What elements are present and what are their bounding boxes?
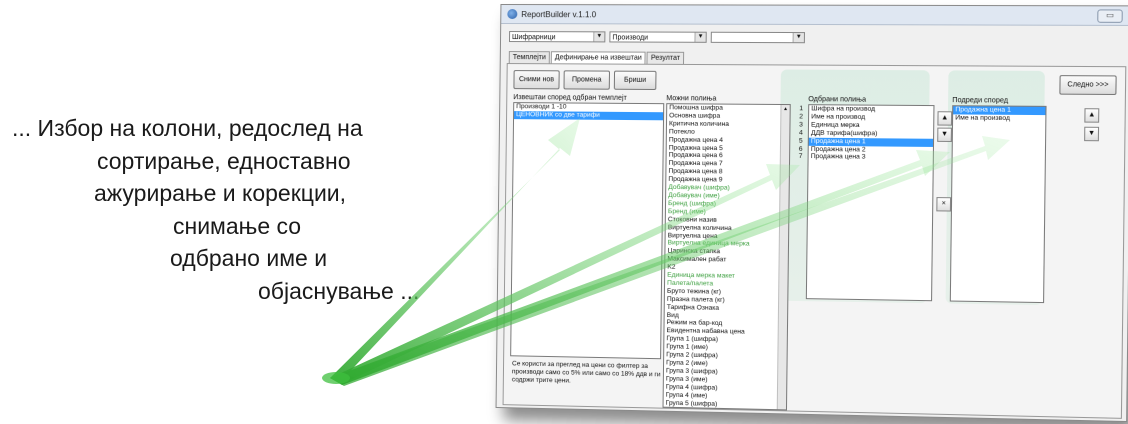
sort-down-icon[interactable]: ▼ (1084, 126, 1100, 142)
sort-fields-list[interactable]: Продажна цена 1 Име на производ (949, 105, 1047, 304)
sort-by-label: Подреди според (952, 97, 1009, 105)
chevron-down-icon: ▼ (792, 33, 804, 43)
save-new-button[interactable]: Сними нов (513, 70, 560, 90)
field-order-number: 4 (798, 129, 803, 137)
table-select[interactable]: Шифрарници ▼ (508, 31, 606, 43)
app-window: ReportBuilder v.1.1.0 ▭ Шифрарници ▼ Про… (495, 3, 1128, 423)
report-description: Се користи за преглед на цени со филтер … (511, 360, 661, 385)
title-bar: ReportBuilder v.1.1.0 ▭ (501, 4, 1128, 26)
list-item[interactable]: Продажна цена 3 (809, 153, 933, 162)
field-order-number: 2 (799, 113, 803, 121)
sort-up-icon[interactable]: ▲ (1084, 108, 1100, 123)
tab-panel: Сними нов Промена Бриши Следно >>> Извеш… (502, 63, 1127, 419)
possible-fields-list[interactable]: Помошна шифра Основна шифра Критична колич… (662, 103, 791, 411)
chevron-down-icon: ▼ (593, 32, 605, 42)
window-title: ReportBuilder v.1.1.0 (521, 9, 597, 19)
caption-text: ... Избор на колони, редослед на сортира… (0, 112, 490, 307)
list-item[interactable]: ЦЕНОВНИК со две тарифи (514, 111, 664, 121)
move-down-icon[interactable]: ▼ (937, 127, 952, 143)
field-order-number: 5 (798, 137, 803, 145)
app-window-frame: ReportBuilder v.1.1.0 ▭ Шифрарници ▼ Про… (495, 3, 1128, 423)
reports-label: Извештаи според одбран темплејт (513, 94, 627, 102)
field-order-number: 1 (799, 105, 804, 113)
app-icon (507, 9, 518, 20)
remove-icon[interactable]: × (936, 197, 952, 212)
selected-fields-list[interactable]: Шифра на производ Име на производ Единица … (805, 104, 935, 302)
field-order-number: 3 (799, 121, 803, 129)
move-up-icon[interactable]: ▲ (937, 111, 953, 126)
reports-list[interactable]: Производи 1 -10 ЦЕНОВНИК со две тарифи (510, 102, 665, 360)
chevron-down-icon: ▼ (694, 32, 706, 42)
possible-fields-label: Можни полиња (666, 95, 717, 103)
arrow-origin-glow (322, 372, 350, 384)
minimize-button[interactable]: ▭ (1097, 9, 1123, 23)
entity-select[interactable]: Производи ▼ (609, 31, 707, 43)
field-order-number: 7 (798, 153, 803, 161)
scroll-up-icon[interactable]: ▲ (781, 105, 789, 113)
caption-line: ... Избор на колони, редослед на (12, 115, 363, 141)
field-order-number: 6 (798, 145, 803, 153)
selected-fields-label: Одбрани полиња (808, 96, 867, 104)
next-button[interactable]: Следно >>> (1059, 75, 1117, 96)
table-select-value: Шифрарници (511, 34, 556, 42)
delete-button[interactable]: Бриши (613, 70, 657, 91)
filter-select[interactable]: ▼ (710, 31, 806, 44)
entity-select-value: Производи (612, 34, 649, 42)
list-item[interactable]: Име на производ (953, 114, 1045, 123)
change-button[interactable]: Промена (563, 70, 611, 90)
